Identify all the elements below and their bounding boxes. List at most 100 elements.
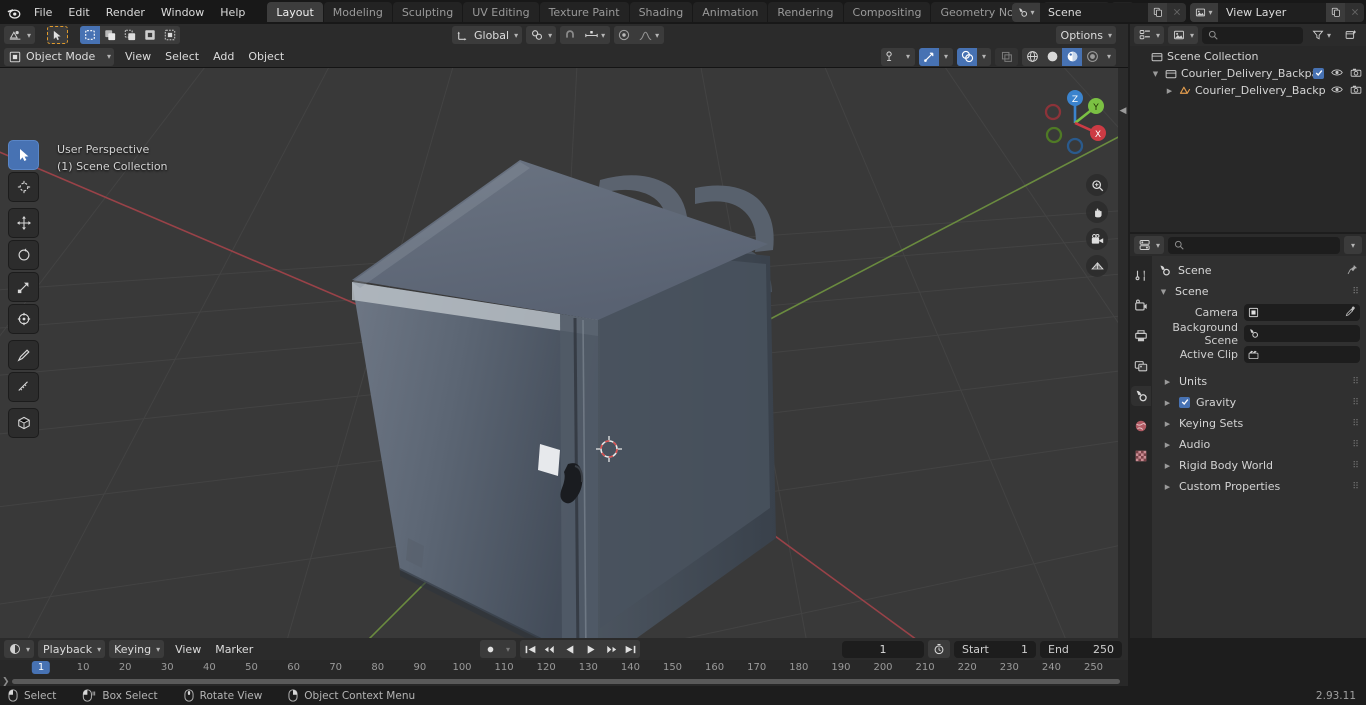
- annotate-tool-button[interactable]: [8, 340, 39, 370]
- eyedropper-icon[interactable]: [1345, 306, 1356, 320]
- end-frame-field[interactable]: End 250: [1040, 640, 1122, 658]
- timeline-menu-view[interactable]: View: [168, 640, 208, 658]
- menu-render[interactable]: Render: [98, 3, 153, 21]
- toggle-orthographic-button[interactable]: [1086, 255, 1108, 277]
- editor-type-selector[interactable]: ▾: [4, 26, 36, 44]
- select-invert-button[interactable]: [140, 26, 161, 44]
- play-reverse-button[interactable]: [560, 640, 580, 658]
- cursor-tool-button[interactable]: [8, 172, 39, 202]
- navigation-gizmo[interactable]: Z Y X: [1036, 84, 1114, 162]
- viewport-canvas[interactable]: User Perspective (1) Scene Collection Z …: [0, 68, 1128, 638]
- output-properties-tab[interactable]: [1131, 326, 1151, 346]
- property-section-units[interactable]: ▶ Units ⠿: [1152, 371, 1366, 392]
- overlays-dropdown[interactable]: ▾: [977, 47, 991, 66]
- property-section-custom-properties[interactable]: ▶ Custom Properties ⠿: [1152, 476, 1366, 497]
- properties-options-dropdown[interactable]: ▾: [1344, 236, 1362, 254]
- transform-orientation-dropdown[interactable]: Global ▾: [452, 26, 523, 44]
- current-frame-indicator[interactable]: 1: [31, 661, 51, 674]
- world-properties-tab[interactable]: [1131, 416, 1151, 436]
- select-new-button[interactable]: [80, 26, 101, 44]
- timeline-editor-type-selector[interactable]: ▾: [4, 640, 35, 658]
- outliner-row[interactable]: ▶ Courier_Delivery_Backpa: [1130, 82, 1366, 99]
- select-subtract-button[interactable]: [120, 26, 141, 44]
- tweak-tool-button[interactable]: [8, 140, 39, 170]
- workspace-tab-rendering[interactable]: Rendering: [768, 2, 843, 22]
- timeline-scrubber[interactable]: 1 10 20 30 40 50 60 70 80 90 100 110 120 130 140 150 160…: [0, 660, 1128, 678]
- jump-to-next-keyframe-button[interactable]: [600, 640, 620, 658]
- outliner-row-label[interactable]: Scene Collection: [1167, 50, 1258, 63]
- outliner-new-collection-button[interactable]: [1340, 26, 1362, 44]
- chevron-right-icon[interactable]: ▶: [1162, 420, 1173, 428]
- workspace-tab-uv-editing[interactable]: UV Editing: [463, 2, 539, 22]
- wireframe-shading-button[interactable]: [1022, 47, 1042, 66]
- viewport-menu-select[interactable]: Select: [158, 48, 206, 66]
- object-mode-dropdown[interactable]: Object Mode ▾: [4, 47, 115, 66]
- select-intersect-button[interactable]: [160, 26, 181, 44]
- view-layer-properties-tab[interactable]: [1131, 356, 1151, 376]
- visibility-dropdown[interactable]: ▾: [901, 47, 915, 66]
- workspace-tab-animation[interactable]: Animation: [693, 2, 768, 22]
- move-tool-button[interactable]: [8, 208, 39, 238]
- menu-window[interactable]: Window: [153, 3, 212, 21]
- viewport-sidebar-collapsed[interactable]: ◀: [1118, 68, 1128, 638]
- pan-view-button[interactable]: [1086, 201, 1108, 223]
- snap-magnet-icon[interactable]: [560, 26, 581, 44]
- chevron-down-icon[interactable]: ▼: [1150, 70, 1161, 78]
- tool-properties-tab[interactable]: [1131, 266, 1151, 286]
- new-scene-button[interactable]: [1148, 2, 1167, 22]
- jump-to-end-button[interactable]: [620, 640, 640, 658]
- outliner-row[interactable]: ▼ Courier_Delivery_Backpack_H: [1130, 65, 1366, 82]
- pivot-point-dropdown[interactable]: ▾: [526, 26, 557, 44]
- shading-dropdown[interactable]: ▾: [1102, 47, 1116, 66]
- options-dropdown[interactable]: Options ▾: [1055, 26, 1116, 44]
- outliner-row-label[interactable]: Courier_Delivery_Backpa: [1195, 84, 1325, 97]
- camera-field[interactable]: [1244, 304, 1360, 321]
- viewport-menu-object[interactable]: Object: [241, 48, 291, 66]
- disable-in-renders-icon[interactable]: [1350, 84, 1362, 98]
- property-section-rigid-body-world[interactable]: ▶ Rigid Body World ⠿: [1152, 455, 1366, 476]
- property-section-keying-sets[interactable]: ▶ Keying Sets ⠿: [1152, 413, 1366, 434]
- disable-in-renders-icon[interactable]: [1350, 67, 1362, 81]
- falloff-dropdown[interactable]: ▾: [634, 26, 665, 44]
- timeline-horizontal-scrollbar[interactable]: [12, 679, 1120, 684]
- timeline-menu-marker[interactable]: Marker: [208, 640, 260, 658]
- background-scene-field[interactable]: [1244, 325, 1360, 342]
- viewport-menu-add[interactable]: Add: [206, 48, 241, 66]
- zoom-view-button[interactable]: [1086, 174, 1108, 196]
- scene-panel-header[interactable]: ▼ Scene ⠿: [1152, 281, 1366, 302]
- workspace-tab-layout[interactable]: Layout: [267, 2, 323, 22]
- chevron-right-icon[interactable]: ▶: [1162, 441, 1173, 449]
- xray-toggle-button[interactable]: [995, 47, 1018, 66]
- proportional-edit-icon[interactable]: [614, 26, 635, 44]
- new-view-layer-button[interactable]: [1326, 2, 1345, 22]
- current-frame-field[interactable]: 1: [842, 640, 924, 658]
- exclude-checkbox[interactable]: [1313, 67, 1324, 80]
- solid-shading-button[interactable]: [1042, 47, 1062, 66]
- play-button[interactable]: [580, 640, 600, 658]
- delete-view-layer-button[interactable]: [1345, 2, 1364, 22]
- delete-scene-button[interactable]: [1167, 2, 1186, 22]
- gizmo-dropdown[interactable]: ▾: [939, 47, 953, 66]
- properties-search-input[interactable]: [1168, 236, 1340, 254]
- show-overlays-icon[interactable]: [957, 47, 977, 66]
- chevron-right-icon[interactable]: ▶: [1162, 399, 1173, 407]
- object-visibility-icon[interactable]: [881, 47, 901, 66]
- menu-file[interactable]: File: [26, 3, 60, 21]
- workspace-tab-compositing[interactable]: Compositing: [843, 2, 931, 22]
- property-section-gravity[interactable]: ▶ Gravity ⠿: [1152, 392, 1366, 413]
- scale-tool-button[interactable]: [8, 272, 39, 302]
- pin-icon[interactable]: [1347, 264, 1358, 278]
- snap-target-dropdown[interactable]: ▾: [580, 26, 611, 44]
- viewport-menu-view[interactable]: View: [118, 48, 158, 66]
- workspace-tab-modeling[interactable]: Modeling: [323, 2, 392, 22]
- measure-tool-button[interactable]: [8, 372, 39, 402]
- texture-properties-tab[interactable]: [1131, 446, 1151, 466]
- add-cube-tool-button[interactable]: [8, 408, 39, 438]
- chevron-right-icon[interactable]: ▶: [1162, 378, 1173, 386]
- rendered-shading-button[interactable]: [1082, 47, 1102, 66]
- auto-keyframe-button[interactable]: [480, 640, 500, 658]
- properties-editor-type-selector[interactable]: ▾: [1134, 236, 1165, 254]
- show-gizmo-icon[interactable]: [919, 47, 939, 66]
- workspace-tab-shading[interactable]: Shading: [629, 2, 693, 22]
- workspace-tab-texture-paint[interactable]: Texture Paint: [539, 2, 629, 22]
